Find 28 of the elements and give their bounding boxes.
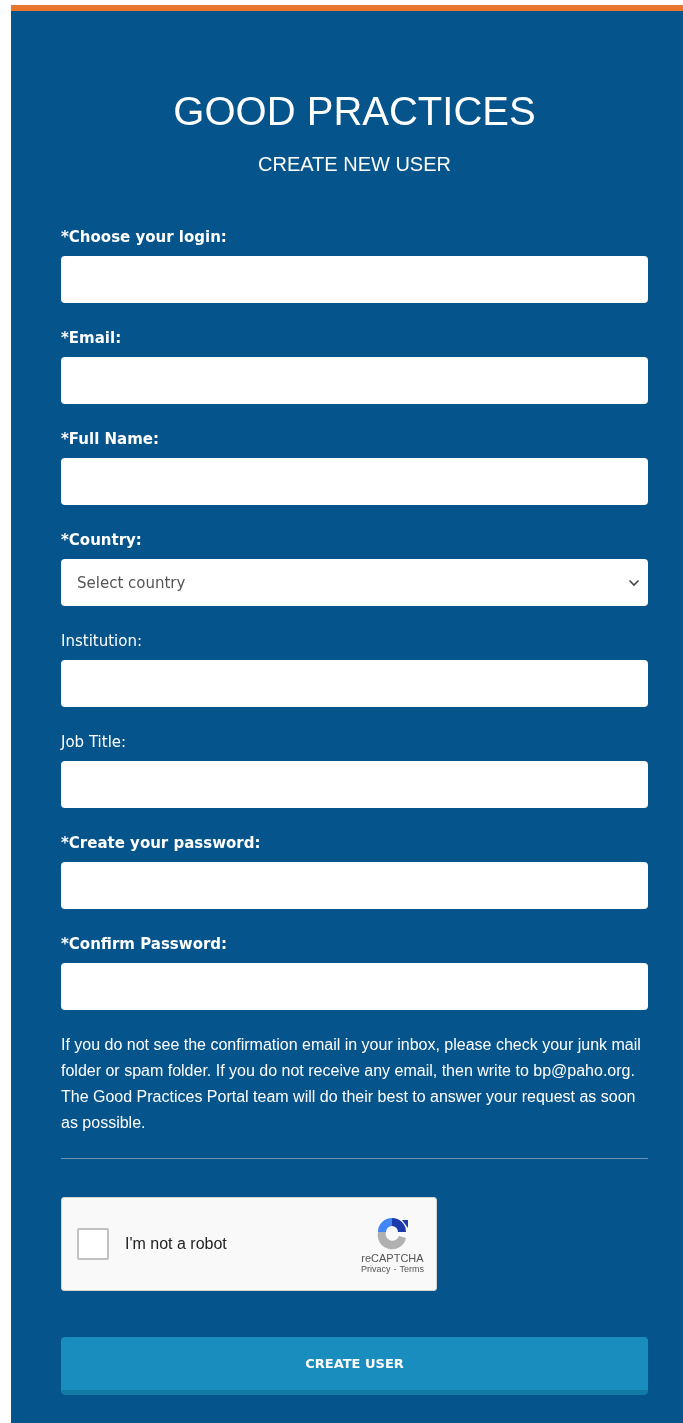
field-label: *Choose your login: — [61, 227, 227, 247]
captcha-checkbox[interactable] — [77, 1228, 109, 1260]
input-field[interactable] — [61, 357, 648, 404]
field-label: Institution: — [61, 631, 142, 651]
select-placeholder: Select country — [77, 573, 186, 592]
page-title: GOOD PRACTICES — [172, 89, 537, 133]
privacy-link[interactable]: Privacy — [361, 1264, 391, 1274]
field-label: *Confirm Password: — [61, 934, 228, 954]
recaptcha-brand: reCAPTCHA — [361, 1252, 424, 1264]
page-subtitle: CREATE NEW USER — [257, 152, 452, 177]
captcha-label: I'm not a robot — [125, 1235, 228, 1253]
input-field[interactable] — [61, 761, 648, 808]
terms-link[interactable]: Terms — [399, 1264, 424, 1274]
chevron-down-icon — [628, 578, 640, 587]
field-label: *Create your password: — [61, 833, 261, 853]
field-label: *Full Name: — [61, 429, 159, 449]
country-select[interactable]: Select country — [61, 559, 648, 606]
field-label: *Email: — [61, 328, 122, 348]
notice-text: If you do not see the confirmation email in your inbox, please check your junk mail folder or spam folder. If you do not receive any email, then write to bp@paho.org. The Good Practices Portal team will do their best to answer your request as soon as possible. — [61, 1035, 642, 1133]
password-field[interactable] — [61, 862, 648, 909]
field-label: *Country: — [61, 530, 142, 550]
input-field[interactable] — [61, 256, 648, 303]
field-label: Job Title: — [61, 732, 127, 752]
password-field[interactable] — [61, 963, 648, 1010]
link-separator: - — [393, 1264, 397, 1274]
create-user-button[interactable]: CREATE USER — [61, 1337, 648, 1395]
input-field[interactable] — [61, 660, 648, 707]
input-field[interactable] — [61, 458, 648, 505]
